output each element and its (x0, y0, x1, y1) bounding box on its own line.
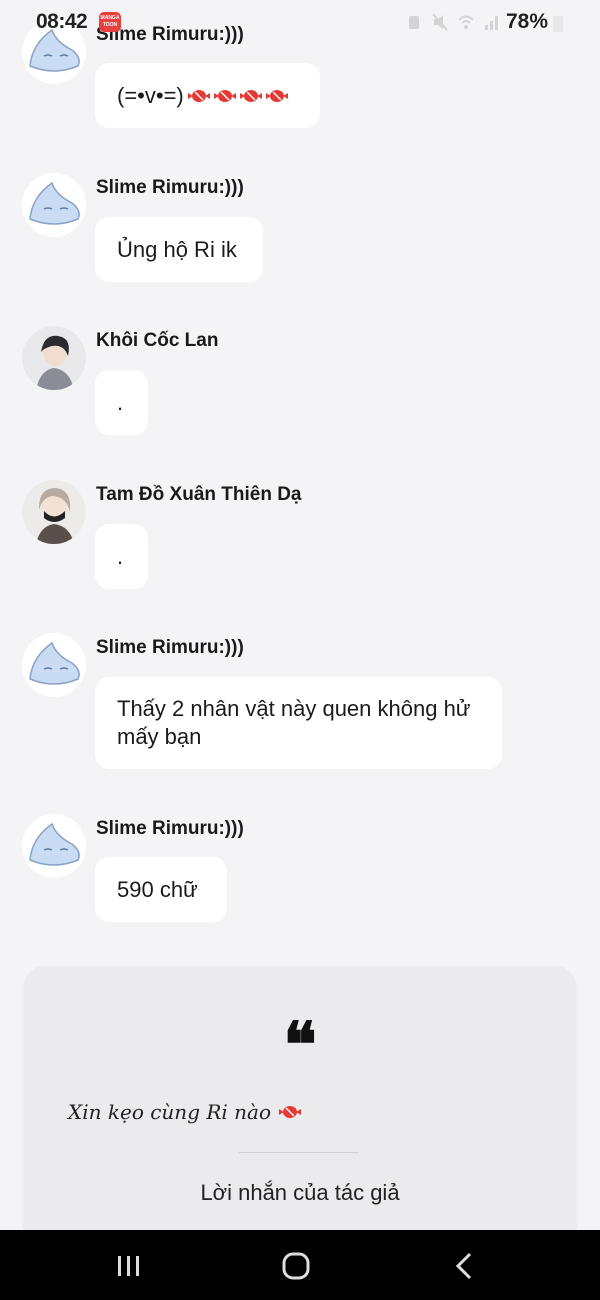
author-note-caption: Lời nhắn của tác giả (200, 1180, 400, 1205)
slime-avatar-icon (29, 822, 80, 866)
candy-icons (186, 85, 290, 107)
author-note-card: ❝ Xin kẹo cùng Ri nào Lời nhắn của tác g… (23, 966, 577, 1266)
system-nav-bar (0, 1230, 600, 1300)
comment-username[interactable]: Slime Rimuru:))) (96, 637, 244, 659)
home-icon[interactable] (276, 1250, 316, 1282)
slime-avatar-icon (29, 641, 80, 685)
comment-text: Ủng hộ Ri ik (117, 236, 237, 262)
comment-bubble: . (95, 524, 148, 589)
app-badge-label: MANGA TOON (100, 15, 120, 28)
alarm-icon (409, 16, 419, 29)
mangatoon-app-icon: MANGA TOON (99, 12, 121, 32)
comment-username[interactable]: Slime Rimuru:))) (96, 818, 244, 840)
quote-icon: ❝ (283, 1008, 317, 1081)
wifi-icon (458, 15, 474, 29)
candy-icon (187, 89, 210, 102)
avatar[interactable] (22, 173, 86, 237)
user-avatar-icon (22, 326, 86, 390)
comment-username[interactable]: Slime Rimuru:))) (96, 177, 244, 199)
recent-apps-icon[interactable] (108, 1250, 148, 1282)
comment-text: Thấy 2 nhân vật này quen không hử mấy bạ… (117, 696, 471, 749)
avatar[interactable] (22, 633, 86, 697)
comment-text: . (117, 543, 124, 569)
status-icons (406, 13, 500, 31)
avatar[interactable] (22, 326, 86, 390)
battery-icon (553, 16, 563, 32)
candy-icon (213, 89, 236, 102)
comment-bubble: Ủng hộ Ri ik (95, 217, 263, 282)
avatar[interactable] (22, 814, 86, 878)
comment-bubble: . (95, 370, 148, 435)
comment-username[interactable]: Khôi Cốc Lan (96, 330, 218, 352)
battery-percentage: 78% (506, 10, 549, 33)
status-bar: 08:42 MANGA TOON 78% (0, 0, 600, 46)
comment-text: 590 chữ (117, 876, 198, 902)
comment-text: (=•v•=) (117, 82, 184, 108)
candy-icon (239, 89, 262, 102)
candy-icon (265, 89, 288, 102)
back-icon[interactable] (444, 1250, 484, 1282)
signal-icon (485, 16, 498, 30)
candy-icon (279, 1106, 302, 1118)
mute-icon (432, 13, 448, 31)
comment-text: . (117, 389, 124, 415)
comment-bubble: 590 chữ (95, 857, 227, 922)
author-note-label: Xin kẹo cùng Ri nào (68, 1100, 272, 1124)
divider (239, 1152, 359, 1153)
comment-username[interactable]: Tam Đồ Xuân Thiên Dạ (96, 484, 302, 506)
avatar[interactable] (22, 480, 86, 544)
status-time: 08:42 (36, 10, 88, 33)
comment-bubble: (=•v•=) (95, 63, 320, 128)
author-note-text: Xin kẹo cùng Ri nào (68, 1100, 303, 1124)
slime-avatar-icon (29, 181, 80, 225)
comment-bubble: Thấy 2 nhân vật này quen không hử mấy bạ… (95, 677, 502, 769)
user-avatar-icon (22, 480, 86, 544)
